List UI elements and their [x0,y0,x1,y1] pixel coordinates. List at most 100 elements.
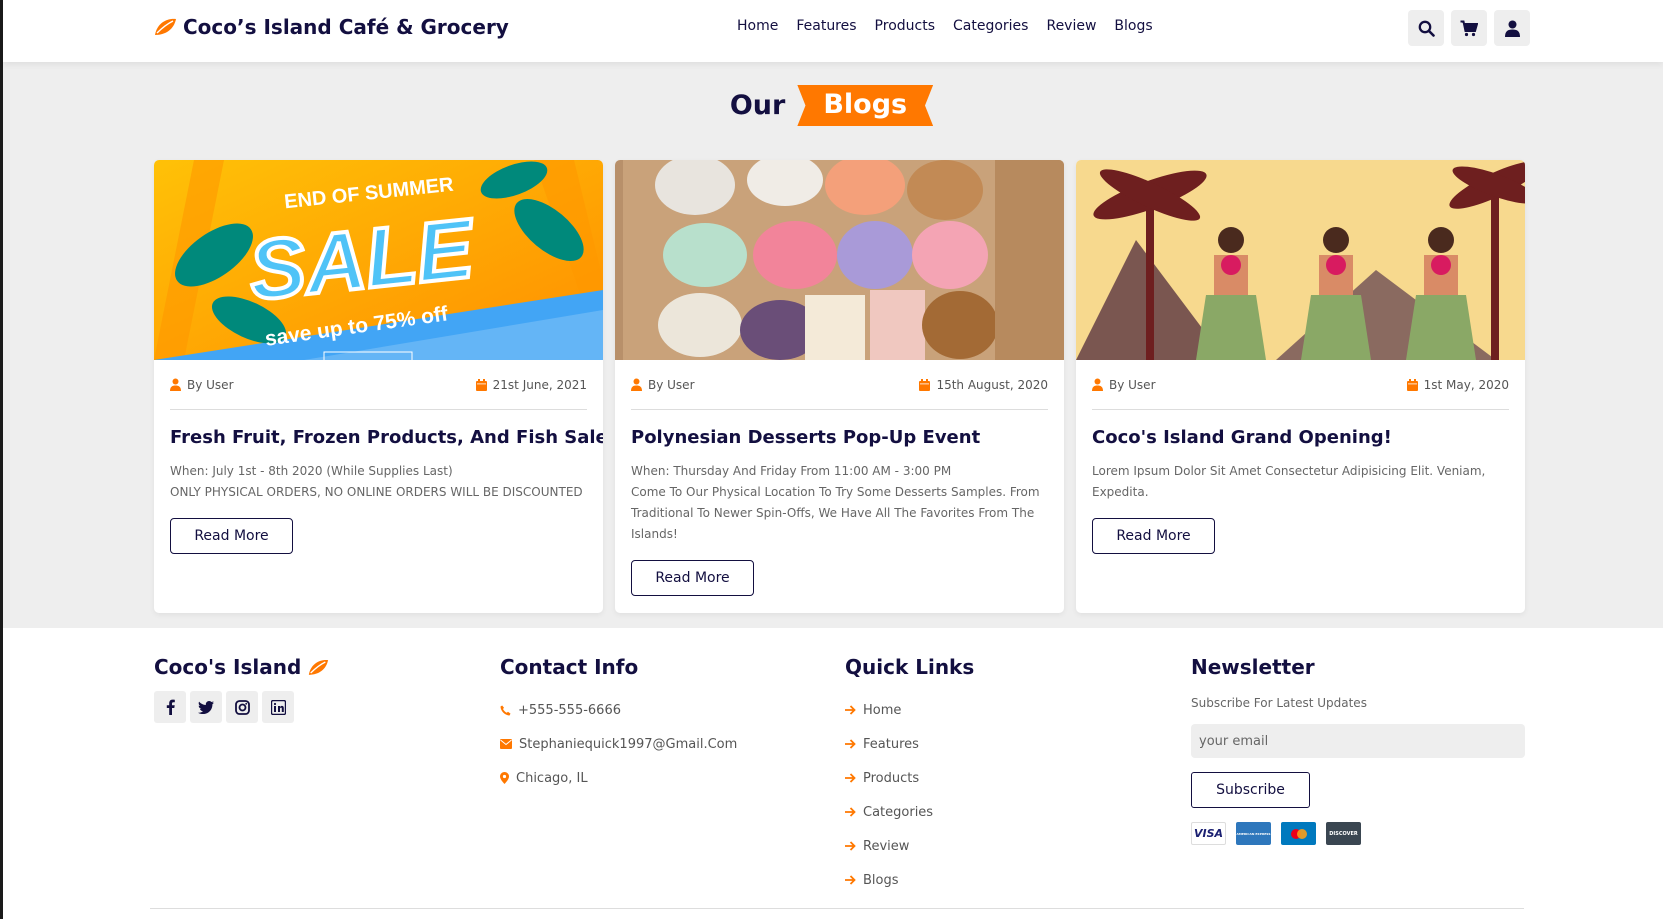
blog-meta: By User 1st May, 2020 [1092,360,1509,410]
leaf-icon [309,659,329,675]
blog-excerpt: When: Thursday And Friday From 11:00 AM … [631,461,1048,545]
blog-line: Come To Our Physical Location To Try Som… [631,485,1040,541]
footer-link-review[interactable]: Review [845,829,974,863]
calendar-icon [919,378,931,391]
blog-author: By User [1109,377,1156,392]
arrow-right-icon [845,841,856,851]
phone-icon [500,705,511,715]
blog-line: ONLY PHYSICAL ORDERS, NO ONLINE ORDERS W… [170,485,583,499]
blog-date: 21st June, 2021 [492,377,587,392]
site-header: Coco’s Island Café & Grocery Home Featur… [3,0,1663,62]
user-icon [1092,378,1103,391]
heading-prefix: Our [729,90,786,121]
read-more-button[interactable]: Read More [1092,518,1215,554]
footer-link-categories[interactable]: Categories [845,795,974,829]
blog-card: By User 1st May, 2020 Coco's Island Gran… [1076,160,1525,613]
blog-title: Fresh Fruit, Frozen Products, And Fish S… [170,427,603,448]
cart-icon [1460,20,1478,36]
arrow-right-icon [845,773,856,783]
blog-image-desserts [615,160,1064,360]
arrow-right-icon [845,739,856,749]
blog-card: By User 15th August, 2020 Polynesian Des… [615,160,1064,613]
newsletter-col: Newsletter Subscribe For Latest Updates … [1191,655,1525,845]
search-icon [1418,20,1435,37]
contact-location[interactable]: Chicago, IL [500,761,737,795]
logo[interactable]: Coco’s Island Café & Grocery [153,15,509,39]
contact-col: Contact Info +555-555-6666 Stephaniequic… [500,655,737,795]
blog-meta: By User 15th August, 2020 [631,360,1048,410]
contact-title: Contact Info [500,655,639,679]
user-button[interactable] [1494,10,1530,46]
newsletter-email-input[interactable]: your email [1191,724,1525,758]
payment-cards: VISA AMERICAN EXPRESS DISCOVER [1191,822,1525,845]
section-heading: Our Blogs [0,85,1663,126]
blog-excerpt: Lorem Ipsum Dolor Sit Amet Consectetur A… [1092,461,1509,503]
arrow-right-icon [845,705,856,715]
user-icon [170,378,181,391]
blog-line: When: July 1st - 8th 2020 (While Supplie… [170,464,453,478]
blog-date: 15th August, 2020 [936,377,1048,392]
blog-card: END OF SUMMER SALE save up to 75% off By… [154,160,603,613]
newsletter-title: Newsletter [1191,655,1315,679]
contact-phone[interactable]: +555-555-6666 [500,693,737,727]
calendar-icon [1406,378,1418,391]
quick-links-title: Quick Links [845,655,975,679]
facebook-icon [166,699,175,715]
blog-image-hula [1076,160,1525,360]
user-icon [1504,20,1520,37]
twitter-icon [198,700,214,714]
footer-link-home[interactable]: Home [845,693,974,727]
nav-review[interactable]: Review [1046,18,1096,34]
twitter-link[interactable] [190,691,222,723]
footer-link-products[interactable]: Products [845,761,974,795]
blog-excerpt: When: July 1st - 8th 2020 (While Supplie… [170,461,587,503]
mastercard-icon [1281,822,1316,845]
arrow-right-icon [845,875,856,885]
facebook-link[interactable] [154,691,186,723]
site-footer: Coco's Island Contact Info +555-555-6666… [3,628,1663,919]
nav-blogs[interactable]: Blogs [1114,18,1152,34]
linkedin-link[interactable] [262,691,294,723]
instagram-link[interactable] [226,691,258,723]
blog-title: Polynesian Desserts Pop-Up Event [631,427,981,448]
user-icon [631,378,642,391]
search-button[interactable] [1408,10,1444,46]
blog-author: By User [187,377,234,392]
nav-products[interactable]: Products [875,18,935,34]
instagram-icon [234,699,250,715]
envelope-icon [500,739,512,749]
read-more-button[interactable]: Read More [631,560,754,596]
blog-title: Coco's Island Grand Opening! [1092,427,1392,448]
blog-author: By User [648,377,695,392]
nav-home[interactable]: Home [737,18,778,34]
footer-link-blogs[interactable]: Blogs [845,863,974,897]
read-more-button[interactable]: Read More [170,518,293,554]
visa-card-icon: VISA [1191,822,1226,845]
footer-divider [150,908,1524,909]
calendar-icon [475,378,487,391]
newsletter-text: Subscribe For Latest Updates [1191,696,1367,710]
nav-categories[interactable]: Categories [953,18,1028,34]
footer-link-features[interactable]: Features [845,727,974,761]
blog-line: Lorem Ipsum Dolor Sit Amet Consectetur A… [1092,464,1486,499]
blog-line: When: Thursday And Friday From 11:00 AM … [631,464,952,478]
arrow-right-icon [845,807,856,817]
quick-links-col: Quick Links Home Features Products Categ… [845,655,974,897]
leaf-icon [155,18,176,35]
nav-features[interactable]: Features [796,18,856,34]
map-pin-icon [500,772,509,784]
blog-meta: By User 21st June, 2021 [170,360,587,410]
header-icons [1408,10,1530,46]
contact-email[interactable]: Stephaniequick1997@Gmail.Com [500,727,737,761]
footer-brand: Coco's Island [154,655,302,679]
blog-date: 1st May, 2020 [1423,377,1509,392]
subscribe-button[interactable]: Subscribe [1191,772,1310,808]
amex-card-icon: AMERICAN EXPRESS [1236,822,1271,845]
footer-brand-col: Coco's Island [154,655,329,723]
main-nav: Home Features Products Categories Review… [737,18,1153,34]
blog-image-sale: END OF SUMMER SALE save up to 75% off [154,160,603,360]
social-links [154,691,329,723]
cart-button[interactable] [1451,10,1487,46]
heading-tag: Blogs [797,85,934,126]
brand-name: Coco’s Island Café & Grocery [183,15,509,39]
